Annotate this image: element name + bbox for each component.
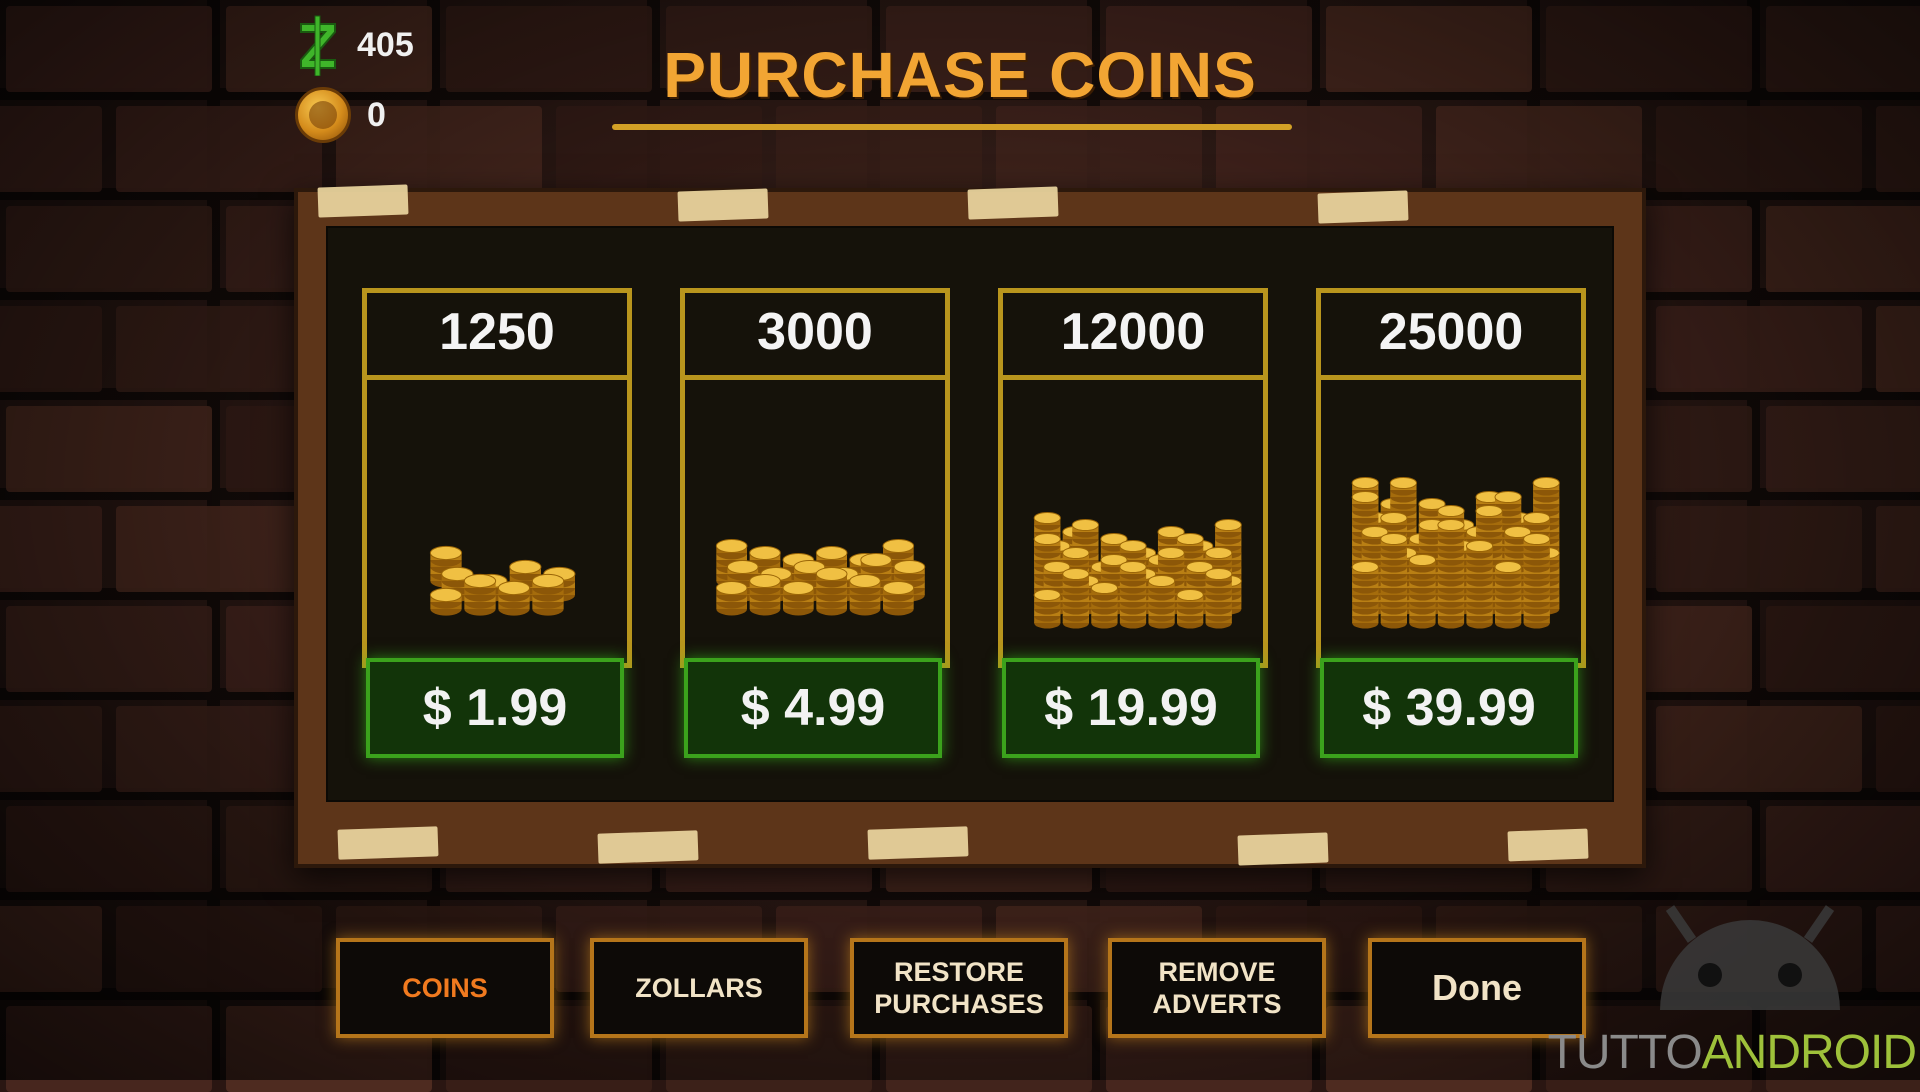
coin-top <box>1119 539 1147 553</box>
coin-top <box>429 587 463 603</box>
coin-top <box>1475 504 1503 518</box>
buy-button[interactable]: $ 1.99 <box>366 658 624 758</box>
offer-amount: 12000 <box>1060 302 1206 361</box>
offer-amount-box: 3000 <box>680 288 950 380</box>
coin-top <box>1062 567 1090 581</box>
offer-card: 25000 $ 39.99 <box>1316 288 1586 768</box>
coin-top <box>715 581 748 595</box>
coin-top <box>1033 511 1061 525</box>
tape-strip <box>1317 190 1409 224</box>
title-underline <box>612 124 1292 130</box>
coin-top <box>1062 546 1090 560</box>
coin-top <box>1351 560 1379 574</box>
coin-top <box>882 581 915 595</box>
tape-strip <box>597 830 699 864</box>
offers-board: 1250 $ 1.99 3000 $ 4.99 12000 $ 19.99 25… <box>294 184 1646 868</box>
coin-top <box>429 545 463 561</box>
nav-label: ZOLLARS <box>635 973 763 1003</box>
coin-top <box>1176 532 1204 546</box>
offer-amount-box: 1250 <box>362 288 632 380</box>
page-title: PURCHASE COINS <box>663 39 1257 111</box>
coin-top <box>1205 567 1233 581</box>
coin-top <box>1380 511 1408 525</box>
nav-label: REMOVE ADVERTS <box>1152 957 1282 1019</box>
tape-strip <box>1237 832 1329 866</box>
coin-top <box>1523 532 1551 546</box>
coin-top <box>1033 532 1061 546</box>
tape-strip <box>867 826 969 860</box>
price-label: $ 39.99 <box>1362 679 1536 737</box>
coin-top <box>860 553 892 567</box>
coin-top <box>1408 553 1437 567</box>
medium-coin-pile-icon <box>690 388 940 658</box>
restore-purchases-button[interactable]: RESTORE PURCHASES <box>850 938 1068 1038</box>
coin-top <box>1033 588 1061 602</box>
tape-strip <box>677 188 769 222</box>
coin-top <box>815 567 848 581</box>
coin-top <box>1523 511 1551 525</box>
coin-top <box>463 573 497 589</box>
coin-top <box>497 580 531 596</box>
coin-top <box>1437 504 1465 518</box>
coin-top <box>1437 518 1465 532</box>
offer-amount-box: 25000 <box>1316 288 1586 380</box>
watermark: TUTTOANDROID <box>1548 870 1920 1080</box>
coin-top <box>749 546 781 560</box>
coin-top <box>1090 581 1119 595</box>
remove-adverts-button[interactable]: REMOVE ADVERTS <box>1108 938 1326 1038</box>
tape-strip <box>967 186 1059 220</box>
nav-zollars-button[interactable]: ZOLLARS <box>590 938 808 1038</box>
offer-card: 3000 $ 4.99 <box>680 288 950 768</box>
coin-top <box>749 574 781 588</box>
price-label: $ 19.99 <box>1044 679 1218 737</box>
coin-top <box>726 560 759 574</box>
coin-top <box>893 560 926 574</box>
nav-label: Done <box>1432 967 1522 1008</box>
coin-top <box>1532 476 1560 490</box>
buy-button[interactable]: $ 39.99 <box>1320 658 1578 758</box>
coin-top <box>531 573 565 589</box>
nav-coins-button[interactable]: COINS <box>336 938 554 1038</box>
coin-top <box>1494 560 1522 574</box>
coin-top <box>882 539 915 553</box>
offer-amount: 1250 <box>439 302 555 361</box>
coin-top <box>1176 588 1204 602</box>
large-coin-pile-icon <box>1008 388 1258 658</box>
offer-card: 12000 $ 19.99 <box>998 288 1268 768</box>
watermark-text: TUTTOANDROID <box>1547 1026 1917 1079</box>
buy-button[interactable]: $ 4.99 <box>684 658 942 758</box>
huge-coin-pile-icon <box>1326 388 1576 658</box>
coin-top <box>715 539 748 553</box>
done-button[interactable]: Done <box>1368 938 1586 1038</box>
coin-top <box>1071 518 1100 532</box>
coin-top <box>1380 532 1408 546</box>
coin-top <box>1119 560 1147 574</box>
nav-label: RESTORE PURCHASES <box>874 957 1044 1019</box>
coin-top <box>1389 476 1418 490</box>
coin-top <box>1351 490 1379 504</box>
coin-top <box>1157 546 1185 560</box>
offer-amount: 25000 <box>1378 302 1524 361</box>
coin-top <box>1465 539 1494 553</box>
offer-amount: 3000 <box>757 302 873 361</box>
coin-top <box>1214 518 1242 532</box>
tape-strip <box>337 826 439 860</box>
coin-top <box>815 546 848 560</box>
coin-top <box>1147 574 1176 588</box>
offer-amount-box: 12000 <box>998 288 1268 380</box>
coin-top <box>849 574 881 588</box>
buy-button[interactable]: $ 19.99 <box>1002 658 1260 758</box>
offer-card: 1250 $ 1.99 <box>362 288 632 768</box>
tape-strip <box>1507 828 1589 862</box>
price-label: $ 1.99 <box>422 679 568 737</box>
tape-strip <box>317 184 409 218</box>
coin-top <box>782 581 815 595</box>
coin-top <box>1351 476 1379 490</box>
small-coin-pile-icon <box>372 388 622 658</box>
coin-top <box>1494 490 1522 504</box>
coin-top <box>509 559 542 575</box>
nav-label: COINS <box>402 973 488 1003</box>
price-label: $ 4.99 <box>740 679 886 737</box>
coin-top <box>1205 546 1233 560</box>
